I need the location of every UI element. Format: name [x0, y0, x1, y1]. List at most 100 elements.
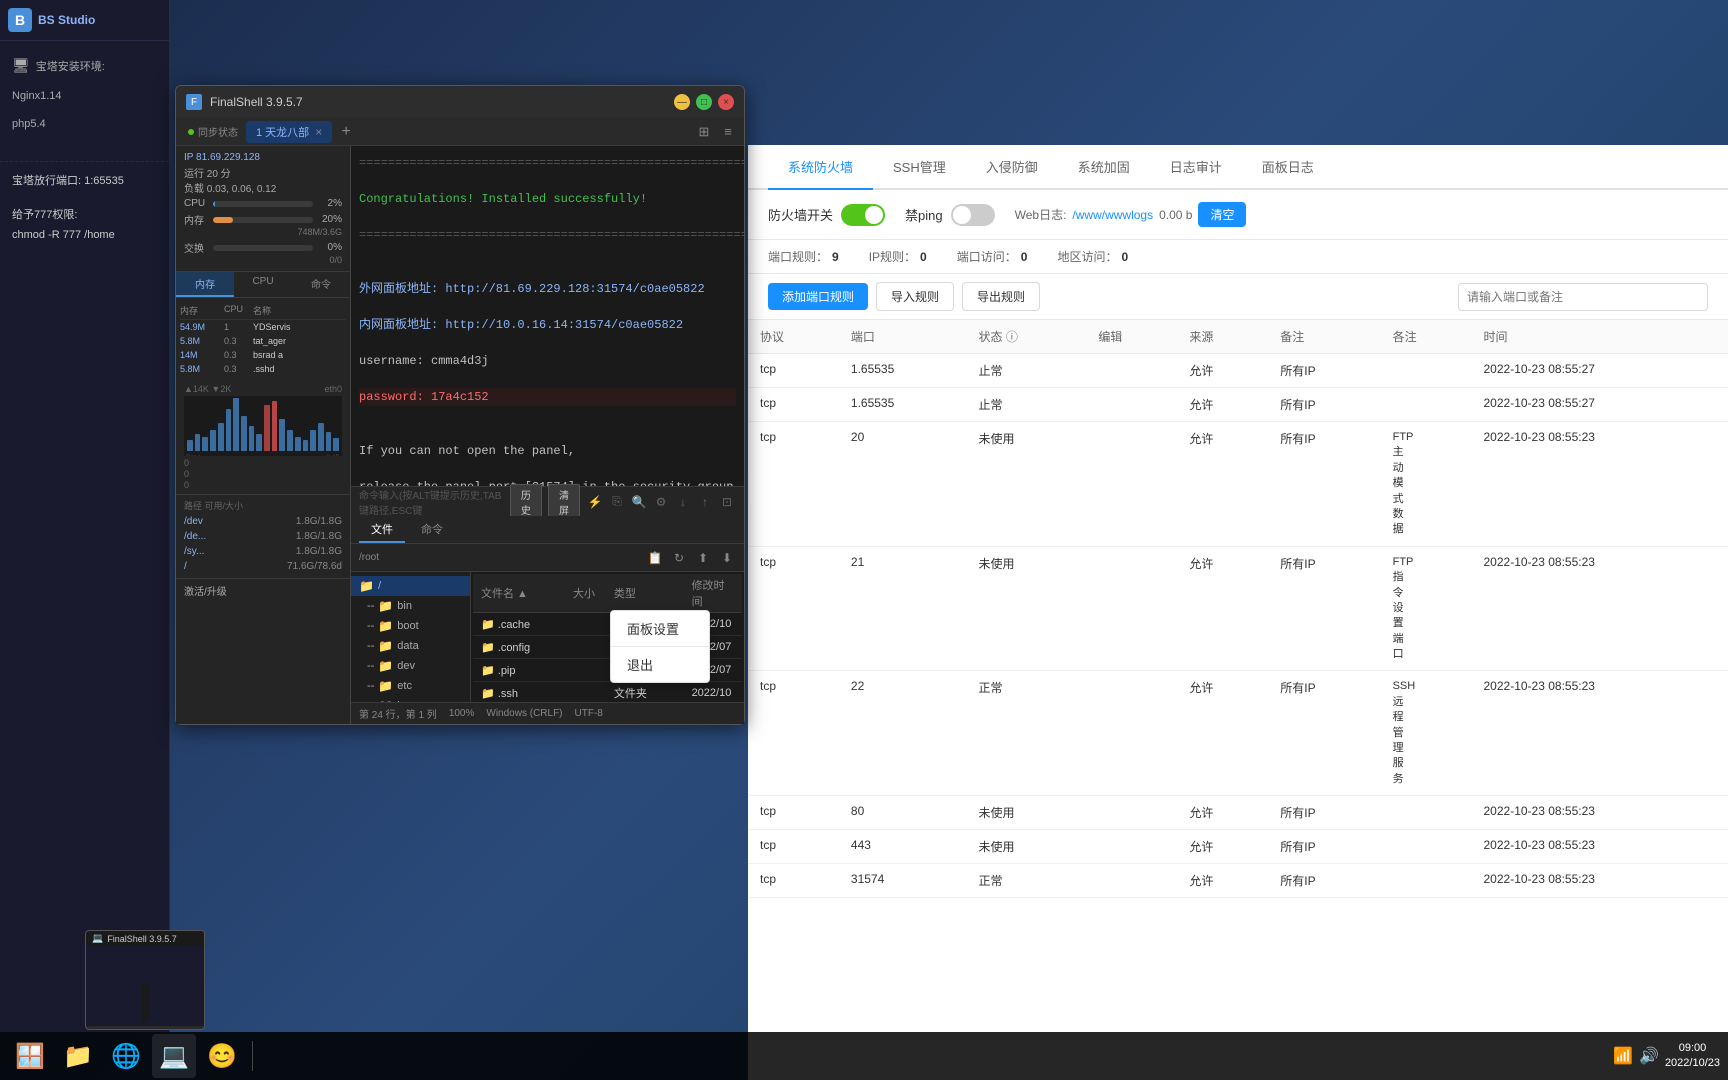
- tree-item-bin[interactable]: -- 📁 bin: [359, 596, 470, 616]
- tree-root[interactable]: 📁 /: [351, 576, 470, 596]
- upload-icon[interactable]: ↑: [696, 493, 714, 511]
- fw-toggle[interactable]: [841, 204, 885, 226]
- fw-web-label: Web日志:: [1015, 206, 1067, 223]
- maximize-button[interactable]: □: [696, 94, 712, 110]
- fw-nav-log[interactable]: 日志审计: [1150, 145, 1242, 190]
- export-btn[interactable]: 导出规则: [962, 282, 1040, 311]
- proc-cpu-3: 0.3: [224, 364, 249, 374]
- ping-toggle[interactable]: [951, 204, 995, 226]
- tree-item-etc[interactable]: -- 📁 etc: [359, 676, 470, 696]
- menu-icon[interactable]: ≡: [718, 122, 738, 142]
- net-bar-4: [218, 423, 224, 451]
- fw-notes-2: FTP主动模式数据: [1381, 422, 1472, 547]
- cpu-bar-row: CPU 2%: [184, 198, 342, 209]
- load-text: 负载 0.03, 0.06, 0.12: [184, 180, 342, 195]
- refresh-icon[interactable]: ⚡: [586, 493, 604, 511]
- file-upload2-icon[interactable]: ⬆: [694, 549, 712, 567]
- panel-tab-mem[interactable]: 内存: [176, 272, 234, 297]
- taskbar-clock[interactable]: 09:00 2022/10/23: [1665, 1041, 1720, 1072]
- new-tab-button[interactable]: +: [334, 120, 358, 144]
- sidebar-item-env-label: 宝塔安装环境:: [36, 58, 105, 74]
- panel-tab-cmd[interactable]: 命令: [292, 272, 350, 297]
- file-row-ssh[interactable]: 📁 .ssh 文件夹 2022/10: [473, 682, 742, 703]
- disk-row-0: /dev 1.8G/1.8G: [184, 514, 342, 529]
- fw-nav-harden[interactable]: 系统加固: [1058, 145, 1150, 190]
- col-filename: 文件名 ▲: [473, 574, 565, 613]
- fw-actions: 添加端口规则 导入规则 导出规则: [748, 274, 1728, 320]
- proc-name-2: bsrad a: [253, 350, 346, 360]
- taskbar-windows[interactable]: 🪟: [8, 1034, 52, 1078]
- net-monitor: ▲14K ▼2K eth0: [176, 380, 350, 495]
- maximize2-icon[interactable]: ⊡: [718, 493, 736, 511]
- fw-allow-5[interactable]: 允许: [1177, 796, 1268, 830]
- tree-item-boot[interactable]: -- 📁 boot: [359, 616, 470, 636]
- input-hint: 命令输入(按ALT键提示历史,TAB键路径,ESC键: [359, 487, 504, 517]
- fw-allow-3[interactable]: 允许: [1177, 546, 1268, 671]
- context-menu-panel-settings[interactable]: 面板设置: [611, 611, 709, 646]
- fw-status-0: 止常: [967, 354, 1087, 388]
- minimize-button[interactable]: —: [674, 94, 690, 110]
- tree-item-dev[interactable]: -- 📁 dev: [359, 656, 470, 676]
- file-refresh-icon[interactable]: ↻: [670, 549, 688, 567]
- fw-time-1: 2022-10-23 08:55:27: [1472, 388, 1728, 422]
- sidebar-item-php[interactable]: php5.4: [0, 110, 169, 138]
- download-icon[interactable]: ↓: [674, 493, 692, 511]
- fw-allow-6[interactable]: 允许: [1177, 830, 1268, 864]
- fw-allow-2[interactable]: 允许: [1177, 422, 1268, 547]
- fw-nav-ssh[interactable]: SSH管理: [873, 145, 966, 190]
- fw-allow-1[interactable]: 允许: [1177, 388, 1268, 422]
- close-button[interactable]: ×: [718, 94, 734, 110]
- fw-source-0: 所有IP: [1268, 354, 1380, 388]
- volume-tray-icon[interactable]: 🔊: [1639, 1046, 1659, 1066]
- import-btn[interactable]: 导入规则: [876, 282, 954, 311]
- fw-table: 协议 端口 状态 ⓘ 编辑 来源 备注 各注 时间 tcp: [748, 320, 1728, 898]
- activity-section[interactable]: 激活/升级: [176, 578, 350, 602]
- fw-stat-val-0: 9: [832, 250, 839, 264]
- panel-tab-cpu[interactable]: CPU: [234, 272, 292, 297]
- fw-search-input[interactable]: [1458, 283, 1708, 311]
- bottom-tab-file[interactable]: 文件: [359, 517, 405, 543]
- fw-nav-firewall[interactable]: 系统防火墙: [768, 145, 873, 190]
- terminal-content[interactable]: ========================================…: [351, 146, 744, 486]
- search-icon[interactable]: 🔍: [630, 493, 648, 511]
- sidebar-item-nginx[interactable]: Nginx1.14: [0, 82, 169, 110]
- tree-item-data[interactable]: -- 📁 data: [359, 636, 470, 656]
- sidebar-logo-text: BS Studio: [38, 13, 95, 27]
- sync-text: 同步状态: [198, 124, 238, 139]
- shell-tab-close-icon[interactable]: ×: [315, 125, 322, 139]
- context-menu-logout[interactable]: 退出: [611, 647, 709, 682]
- copy-icon[interactable]: ⎘: [608, 493, 626, 511]
- file-download2-icon[interactable]: ⬇: [718, 549, 736, 567]
- fw-nav-intrusion[interactable]: 入侵防御: [966, 145, 1058, 190]
- shell-tab-1[interactable]: 1 天龙八部 ×: [246, 121, 332, 143]
- fw-nav-panel-log[interactable]: 面板日志: [1242, 145, 1334, 190]
- bottom-tab-cmd[interactable]: 命令: [409, 517, 455, 543]
- fw-protocol-5: tcp: [748, 796, 839, 830]
- tree-root-label: /: [378, 580, 381, 592]
- fw-allow-4[interactable]: 允许: [1177, 671, 1268, 796]
- fw-protocol-1: tcp: [748, 388, 839, 422]
- settings-icon[interactable]: ⚙: [652, 493, 670, 511]
- fw-allow-0[interactable]: 允许: [1177, 354, 1268, 388]
- fw-row-3: tcp 21 未使用 允许 所有IP FTP指令设置端口 2022-10-23 …: [748, 546, 1728, 671]
- add-port-btn[interactable]: 添加端口规则: [768, 283, 868, 310]
- history-button[interactable]: 历史: [510, 484, 542, 520]
- clear-button[interactable]: 清屏: [548, 484, 580, 520]
- file-history-icon[interactable]: 📋: [646, 549, 664, 567]
- fw-web-path[interactable]: /www/wwwlogs: [1072, 208, 1153, 222]
- taskbar-user[interactable]: 😊: [200, 1034, 244, 1078]
- fw-empty-btn[interactable]: 清空: [1198, 202, 1246, 227]
- network-tray-icon[interactable]: 📶: [1613, 1046, 1633, 1066]
- taskbar-browser[interactable]: 🌐: [104, 1034, 148, 1078]
- taskbar-terminal[interactable]: 💻: [152, 1034, 196, 1078]
- sidebar-item-env[interactable]: 🖥 宝塔安装环境:: [0, 49, 169, 82]
- fw-allow-7[interactable]: 允许: [1177, 864, 1268, 898]
- file-name-pip: 📁 .pip: [473, 659, 565, 682]
- fw-source-7: 所有IP: [1268, 864, 1380, 898]
- panel-tabs: 内存 CPU 命令: [176, 272, 350, 298]
- net-bar-10: [264, 405, 270, 451]
- sidebar-item-php-label: php5.4: [12, 118, 46, 130]
- taskbar-right: 📶 🔊 09:00 2022/10/23: [1613, 1041, 1720, 1072]
- grid-icon[interactable]: ⊞: [694, 122, 714, 142]
- taskbar-files[interactable]: 📁: [56, 1034, 100, 1078]
